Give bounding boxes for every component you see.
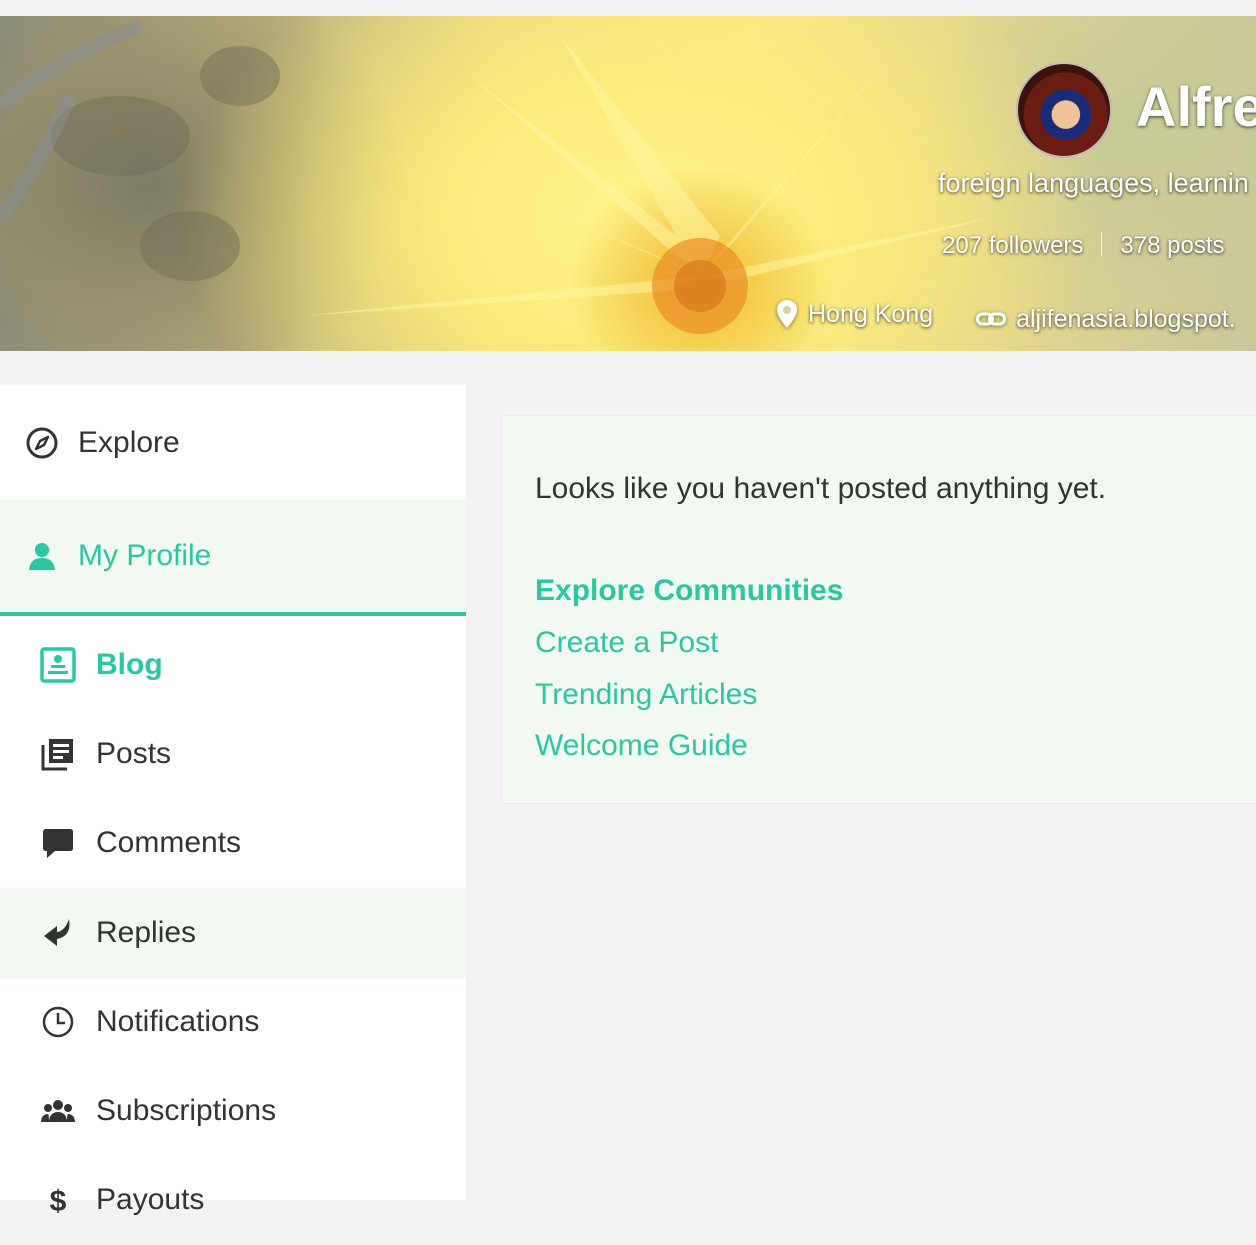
stats-divider: [1101, 232, 1103, 256]
sidebar-item-label: Replies: [96, 916, 197, 949]
blog-icon: [38, 645, 78, 685]
profile-cover: Alfre foreign languages, learnin 207 fol…: [0, 16, 1256, 351]
profile-location: Hong Kong: [776, 298, 933, 330]
followers-count[interactable]: 207 followers: [942, 232, 1083, 259]
website-link[interactable]: aljifenasia.blogspot.: [1016, 303, 1236, 335]
sidebar-item-posts[interactable]: Posts: [0, 709, 466, 799]
empty-state-message: Looks like you haven't posted anything y…: [535, 472, 1107, 505]
clock-icon: [38, 1002, 78, 1042]
sidebar-item-replies[interactable]: Replies: [0, 888, 466, 978]
sidebar-item-label: Explore: [78, 425, 180, 459]
location-pin-icon: [777, 300, 797, 328]
reply-icon: [38, 913, 78, 953]
avatar[interactable]: [1016, 62, 1112, 158]
sidebar-item-comments[interactable]: Comments: [0, 798, 466, 888]
welcome-guide-link[interactable]: Welcome Guide: [535, 729, 748, 763]
sidebar-item-label: Posts: [96, 737, 172, 770]
dollar-icon: $: [38, 1180, 78, 1220]
sidebar-item-my-profile[interactable]: My Profile: [0, 500, 466, 616]
sidebar: Explore My Profile Blog Posts Comments R…: [0, 385, 466, 1217]
sidebar-item-payouts[interactable]: $ Payouts: [0, 1155, 466, 1245]
people-icon: [38, 1091, 78, 1131]
sidebar-item-label: Subscriptions: [96, 1094, 277, 1127]
posts-count: 378 posts: [1120, 232, 1225, 259]
profile-stats: 207 followers 378 posts: [942, 230, 1225, 262]
sidebar-item-notifications[interactable]: Notifications: [0, 977, 466, 1067]
profile-website[interactable]: aljifenasia.blogspot.: [976, 303, 1236, 335]
profile-meta: Hong Kong aljifenasia.blogspot.: [776, 298, 1256, 337]
top-bar: [0, 0, 1256, 16]
compass-icon: [22, 423, 62, 463]
profile-name: Alfre: [1136, 75, 1256, 138]
sidebar-item-label: Comments: [96, 826, 242, 859]
sidebar-item-label: Payouts: [96, 1183, 205, 1216]
link-icon: [976, 312, 1007, 326]
user-icon: [22, 536, 62, 576]
trending-articles-link[interactable]: Trending Articles: [535, 678, 757, 712]
create-post-link[interactable]: Create a Post: [535, 626, 718, 660]
sidebar-item-label: My Profile: [78, 539, 212, 572]
sidebar-item-explore[interactable]: Explore: [0, 385, 466, 500]
explore-communities-link[interactable]: Explore Communities: [535, 574, 843, 608]
location-text: Hong Kong: [808, 300, 934, 328]
sidebar-item-subscriptions[interactable]: Subscriptions: [0, 1066, 466, 1156]
comment-icon: [38, 823, 78, 863]
profile-about: foreign languages, learnin: [938, 168, 1249, 198]
posts-icon: [38, 734, 78, 774]
blog-empty-panel: Looks like you haven't posted anything y…: [501, 415, 1256, 804]
sidebar-item-label: Blog: [96, 648, 163, 681]
sidebar-item-label: Notifications: [96, 1005, 260, 1038]
sidebar-item-blog[interactable]: Blog: [0, 620, 466, 710]
svg-text:$: $: [50, 1185, 67, 1217]
